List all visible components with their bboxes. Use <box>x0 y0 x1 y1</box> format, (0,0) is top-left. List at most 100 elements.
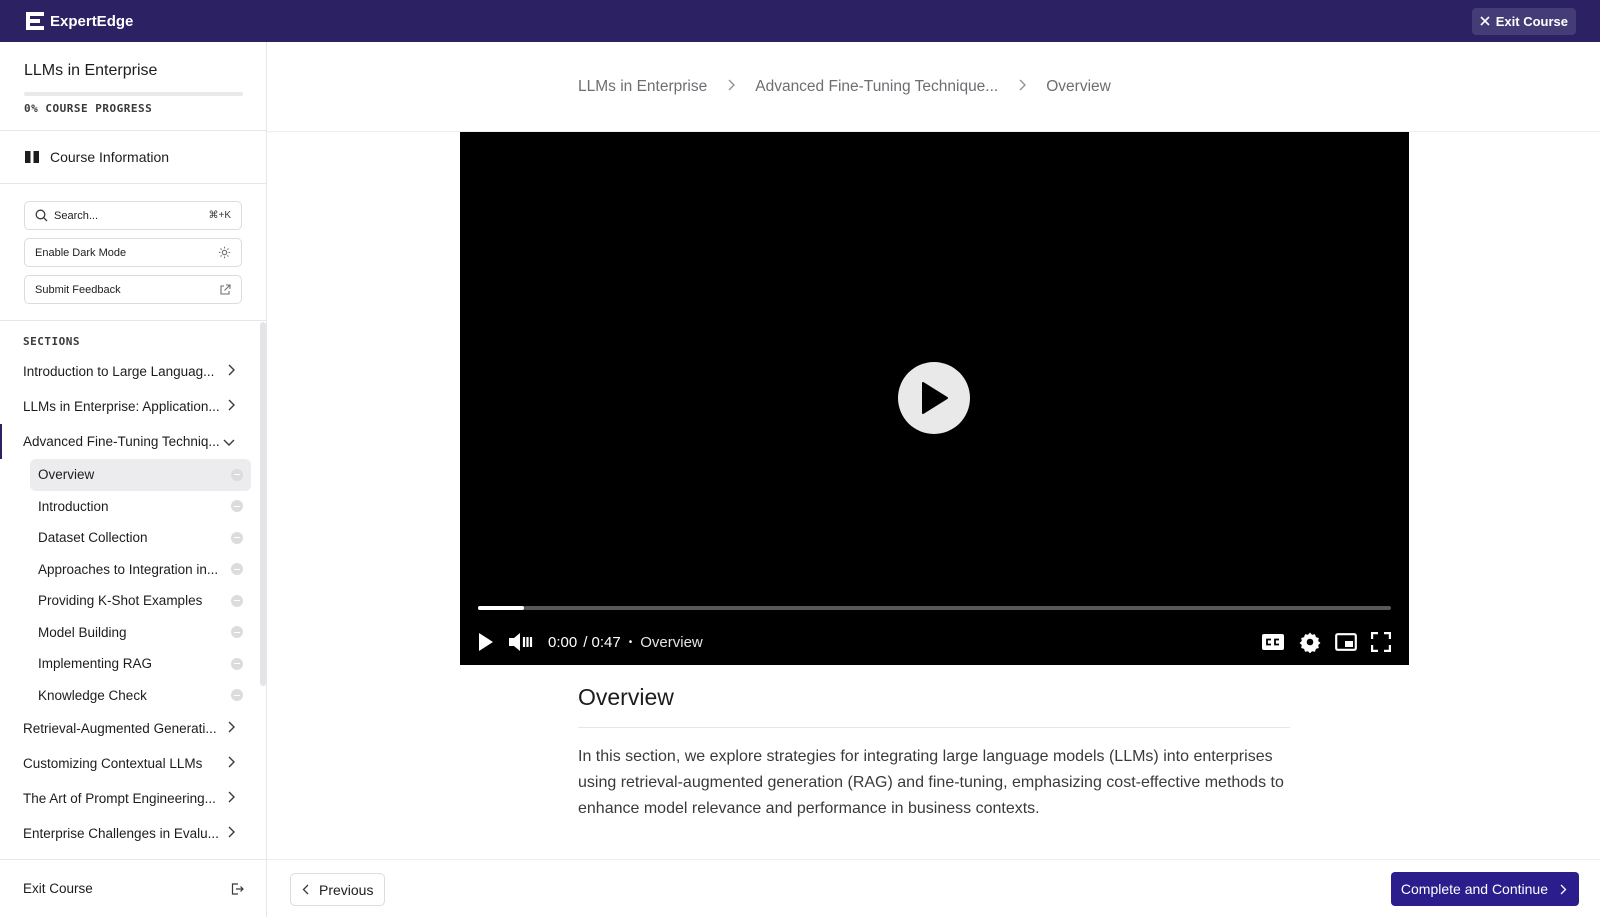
sun-icon <box>218 246 231 259</box>
closed-captions-icon[interactable] <box>1261 633 1285 651</box>
section-item[interactable]: LLMs in Enterprise: Application... <box>0 389 259 424</box>
lesson-item[interactable]: Providing K-Shot Examples <box>30 585 251 617</box>
lesson-label: Knowledge Check <box>38 687 147 703</box>
lesson-status-icon <box>231 657 243 670</box>
complete-and-continue-label: Complete and Continue <box>1400 881 1548 897</box>
lesson-label: Overview <box>38 467 95 483</box>
lesson-item[interactable]: Knowledge Check <box>30 680 251 712</box>
sidebar: LLMs in Enterprise 0% COURSE PROGRESS Co… <box>0 42 267 917</box>
chevron-right-icon <box>727 79 736 94</box>
video-title: Overview <box>640 633 703 651</box>
mute-icon[interactable] <box>508 632 534 652</box>
section-label: Customizing Contextual LLMs <box>23 756 203 771</box>
lesson-label: Providing K-Shot Examples <box>38 593 203 609</box>
external-link-icon <box>220 283 231 295</box>
sections-heading: SECTIONS <box>23 335 80 348</box>
section-label: Enterprise Challenges in Evalu... <box>23 826 219 841</box>
chevron-right-icon <box>227 399 235 414</box>
lesson-item[interactable]: Implementing RAG <box>30 648 251 680</box>
section-item[interactable]: Retrieval-Augmented Generati... <box>0 711 259 746</box>
lesson-label: Introduction <box>38 498 109 514</box>
section-label: Introduction to Large Languag... <box>23 364 215 379</box>
lesson-heading: Overview <box>578 684 1290 728</box>
course-information-label: Course Information <box>50 149 170 165</box>
section-label: Advanced Fine-Tuning Techniq... <box>23 434 220 449</box>
exit-course-top-label: Exit Course <box>1495 13 1568 29</box>
section-label: Retrieval-Augmented Generati... <box>23 721 217 736</box>
video-duration: / 0:47 <box>583 633 621 651</box>
chevron-right-icon <box>227 721 235 736</box>
video-title-separator: • <box>628 636 633 648</box>
play-icon[interactable] <box>478 632 494 652</box>
chevron-left-icon <box>302 884 309 895</box>
section-item[interactable]: Introduction to Large Languag... <box>0 354 259 389</box>
lesson-item[interactable]: Approaches to Integration in... <box>30 554 251 586</box>
lesson-item[interactable]: Introduction <box>30 491 251 523</box>
chevron-right-icon <box>1560 884 1567 894</box>
search-shortcut: ⌘+K <box>208 210 231 221</box>
lesson-item-current[interactable]: Overview <box>30 459 251 491</box>
lesson-label: Model Building <box>38 624 127 640</box>
big-play-button[interactable] <box>898 362 970 434</box>
brand-name: ExpertEdge <box>50 12 134 30</box>
video-buffered-fill <box>478 606 524 610</box>
breadcrumb-current: Overview <box>1046 77 1111 95</box>
submit-feedback-link[interactable]: Submit Feedback <box>24 275 242 304</box>
breadcrumb-item[interactable]: Advanced Fine-Tuning Technique... <box>755 78 998 96</box>
lesson-item[interactable]: Dataset Collection <box>30 522 251 554</box>
video-player[interactable]: 0:00 / 0:47 • Overview <box>460 132 1409 665</box>
exit-course-top-button[interactable]: Exit Course <box>1471 7 1576 35</box>
course-information-link[interactable]: Course Information <box>0 131 266 184</box>
breadcrumb-item[interactable]: LLMs in Enterprise <box>578 78 707 96</box>
book-icon <box>25 151 39 163</box>
lesson-footer: Previous Complete and Continue <box>267 859 1600 917</box>
brand-logo[interactable]: ExpertEdge <box>24 10 133 32</box>
picture-in-picture-icon[interactable] <box>1335 633 1357 651</box>
chevron-right-icon <box>227 826 235 841</box>
breadcrumb: LLMs in Enterprise Advanced Fine-Tuning … <box>267 42 1600 132</box>
lesson-item[interactable]: Model Building <box>30 617 251 649</box>
lesson-status-icon <box>231 500 243 513</box>
section-label: LLMs in Enterprise: Application... <box>23 399 220 414</box>
section-item[interactable]: The Art of Prompt Engineering... <box>0 781 259 816</box>
video-current-time: 0:00 <box>548 633 578 651</box>
fullscreen-icon[interactable] <box>1371 632 1391 652</box>
lesson-status-icon <box>231 626 243 639</box>
dark-mode-toggle[interactable]: Enable Dark Mode <box>24 238 242 267</box>
section-item-expanded[interactable]: Advanced Fine-Tuning Techniq... <box>0 424 259 459</box>
course-header: LLMs in Enterprise 0% COURSE PROGRESS <box>0 42 266 131</box>
section-item[interactable]: Enterprise Challenges in Evalu... <box>0 816 259 851</box>
exit-course-bottom-button[interactable]: Exit Course <box>0 859 266 917</box>
lesson-body: In this section, we explore strategies f… <box>578 748 1284 817</box>
lesson-status-icon <box>231 563 243 576</box>
search-input[interactable]: Search... ⌘+K <box>24 201 242 230</box>
lesson-label: Implementing RAG <box>38 656 153 672</box>
sidebar-scrollbar[interactable] <box>260 322 266 686</box>
chevron-right-icon <box>227 791 235 806</box>
previous-label: Previous <box>319 881 374 898</box>
lesson-status-icon <box>231 531 243 544</box>
settings-gear-icon[interactable] <box>1299 631 1321 653</box>
exit-course-bottom-label: Exit Course <box>23 881 93 896</box>
course-progress-bar <box>24 92 243 96</box>
complete-and-continue-button[interactable]: Complete and Continue <box>1390 872 1579 906</box>
course-progress-label: 0% COURSE PROGRESS <box>24 102 153 115</box>
previous-button[interactable]: Previous <box>290 873 386 906</box>
logout-icon <box>231 882 244 895</box>
chevron-down-icon <box>223 435 235 449</box>
search-placeholder: Search... <box>54 209 99 222</box>
expertedge-logo-icon <box>26 12 44 30</box>
play-icon <box>922 382 948 414</box>
video-seek-bar[interactable] <box>478 606 1391 610</box>
lesson-status-icon <box>231 689 243 702</box>
video-controls: 0:00 / 0:47 • Overview <box>478 627 1391 657</box>
lesson-label: Dataset Collection <box>38 530 148 546</box>
chevron-right-icon <box>1018 79 1027 94</box>
lesson-status-icon <box>231 468 243 481</box>
section-item[interactable]: Customizing Contextual LLMs <box>0 746 259 781</box>
sidebar-tools: Search... ⌘+K Enable Dark Mode Submit Fe… <box>0 184 266 321</box>
top-bar: ExpertEdge Exit Course <box>0 0 1600 42</box>
lesson-label: Approaches to Integration in... <box>38 561 219 577</box>
course-title: LLMs in Enterprise <box>24 62 158 79</box>
submit-feedback-label: Submit Feedback <box>35 283 121 296</box>
